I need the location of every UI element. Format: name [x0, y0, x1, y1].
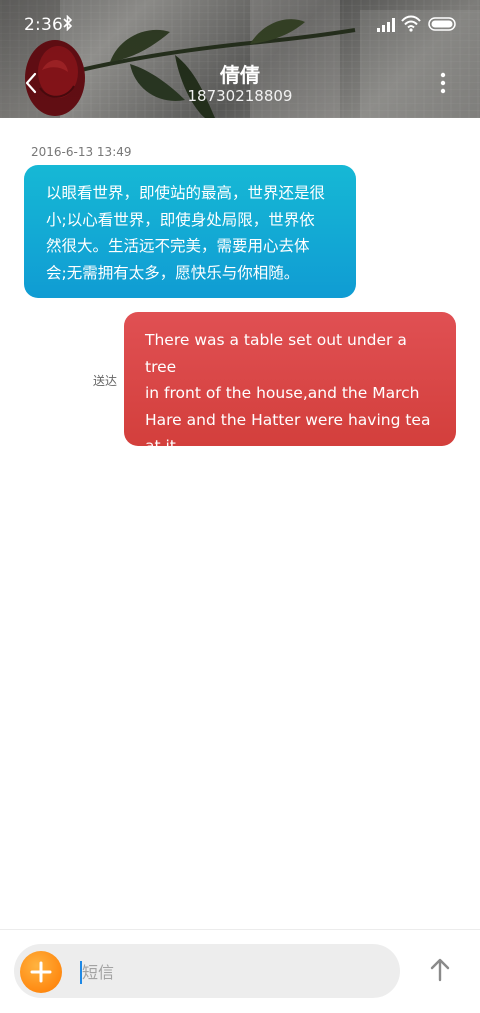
- message-line: Hare and the Hatter were having tea: [145, 410, 431, 429]
- battery-icon: [428, 17, 456, 31]
- incoming-message-bubble[interactable]: 以眼看世界，即使站的最高，世界还是很 小;以心看世界，即使身处局限，世界依 然很…: [24, 165, 356, 298]
- contact-number: 18730218809: [187, 87, 293, 105]
- send-button[interactable]: [424, 954, 456, 986]
- messaging-app: 2:36 倩倩 18730218809 2016-6-13 13:49 以眼看世…: [0, 0, 480, 1013]
- conversation-header: 2:36 倩倩 18730218809: [0, 0, 480, 118]
- message-timestamp: 2016-6-13 13:49: [31, 145, 132, 159]
- wifi-icon: [401, 15, 421, 32]
- message-line: 以眼看世界，即使站的最高，世界还是很: [46, 184, 326, 202]
- signal-icon: [377, 18, 395, 32]
- message-line: 会;无需拥有太多，愿快乐与你相随。: [46, 263, 300, 282]
- bluetooth-icon: [63, 15, 73, 31]
- plus-icon: [30, 961, 52, 983]
- status-bar: 2:36: [0, 0, 480, 52]
- delivery-status: 送达: [93, 374, 118, 388]
- more-icon[interactable]: [433, 70, 453, 96]
- contact-name[interactable]: 倩倩: [0, 59, 480, 88]
- arrow-up-icon: [430, 958, 450, 982]
- message-line: at it.: [145, 437, 181, 455]
- message-line: There was a table set out under a tree: [145, 331, 407, 376]
- message-line: 然很大。生活远不完美，需要用心去体: [46, 237, 310, 255]
- composer-divider: [0, 929, 480, 930]
- message-line: 小;以心看世界，即使身处局限，世界依: [46, 210, 315, 229]
- add-attachment-button[interactable]: [20, 951, 62, 993]
- message-input[interactable]: [82, 958, 382, 986]
- outgoing-message-bubble[interactable]: There was a table set out under a tree i…: [124, 312, 456, 455]
- clock: 2:36: [24, 15, 63, 35]
- message-line: in front of the house,and the March: [145, 384, 420, 402]
